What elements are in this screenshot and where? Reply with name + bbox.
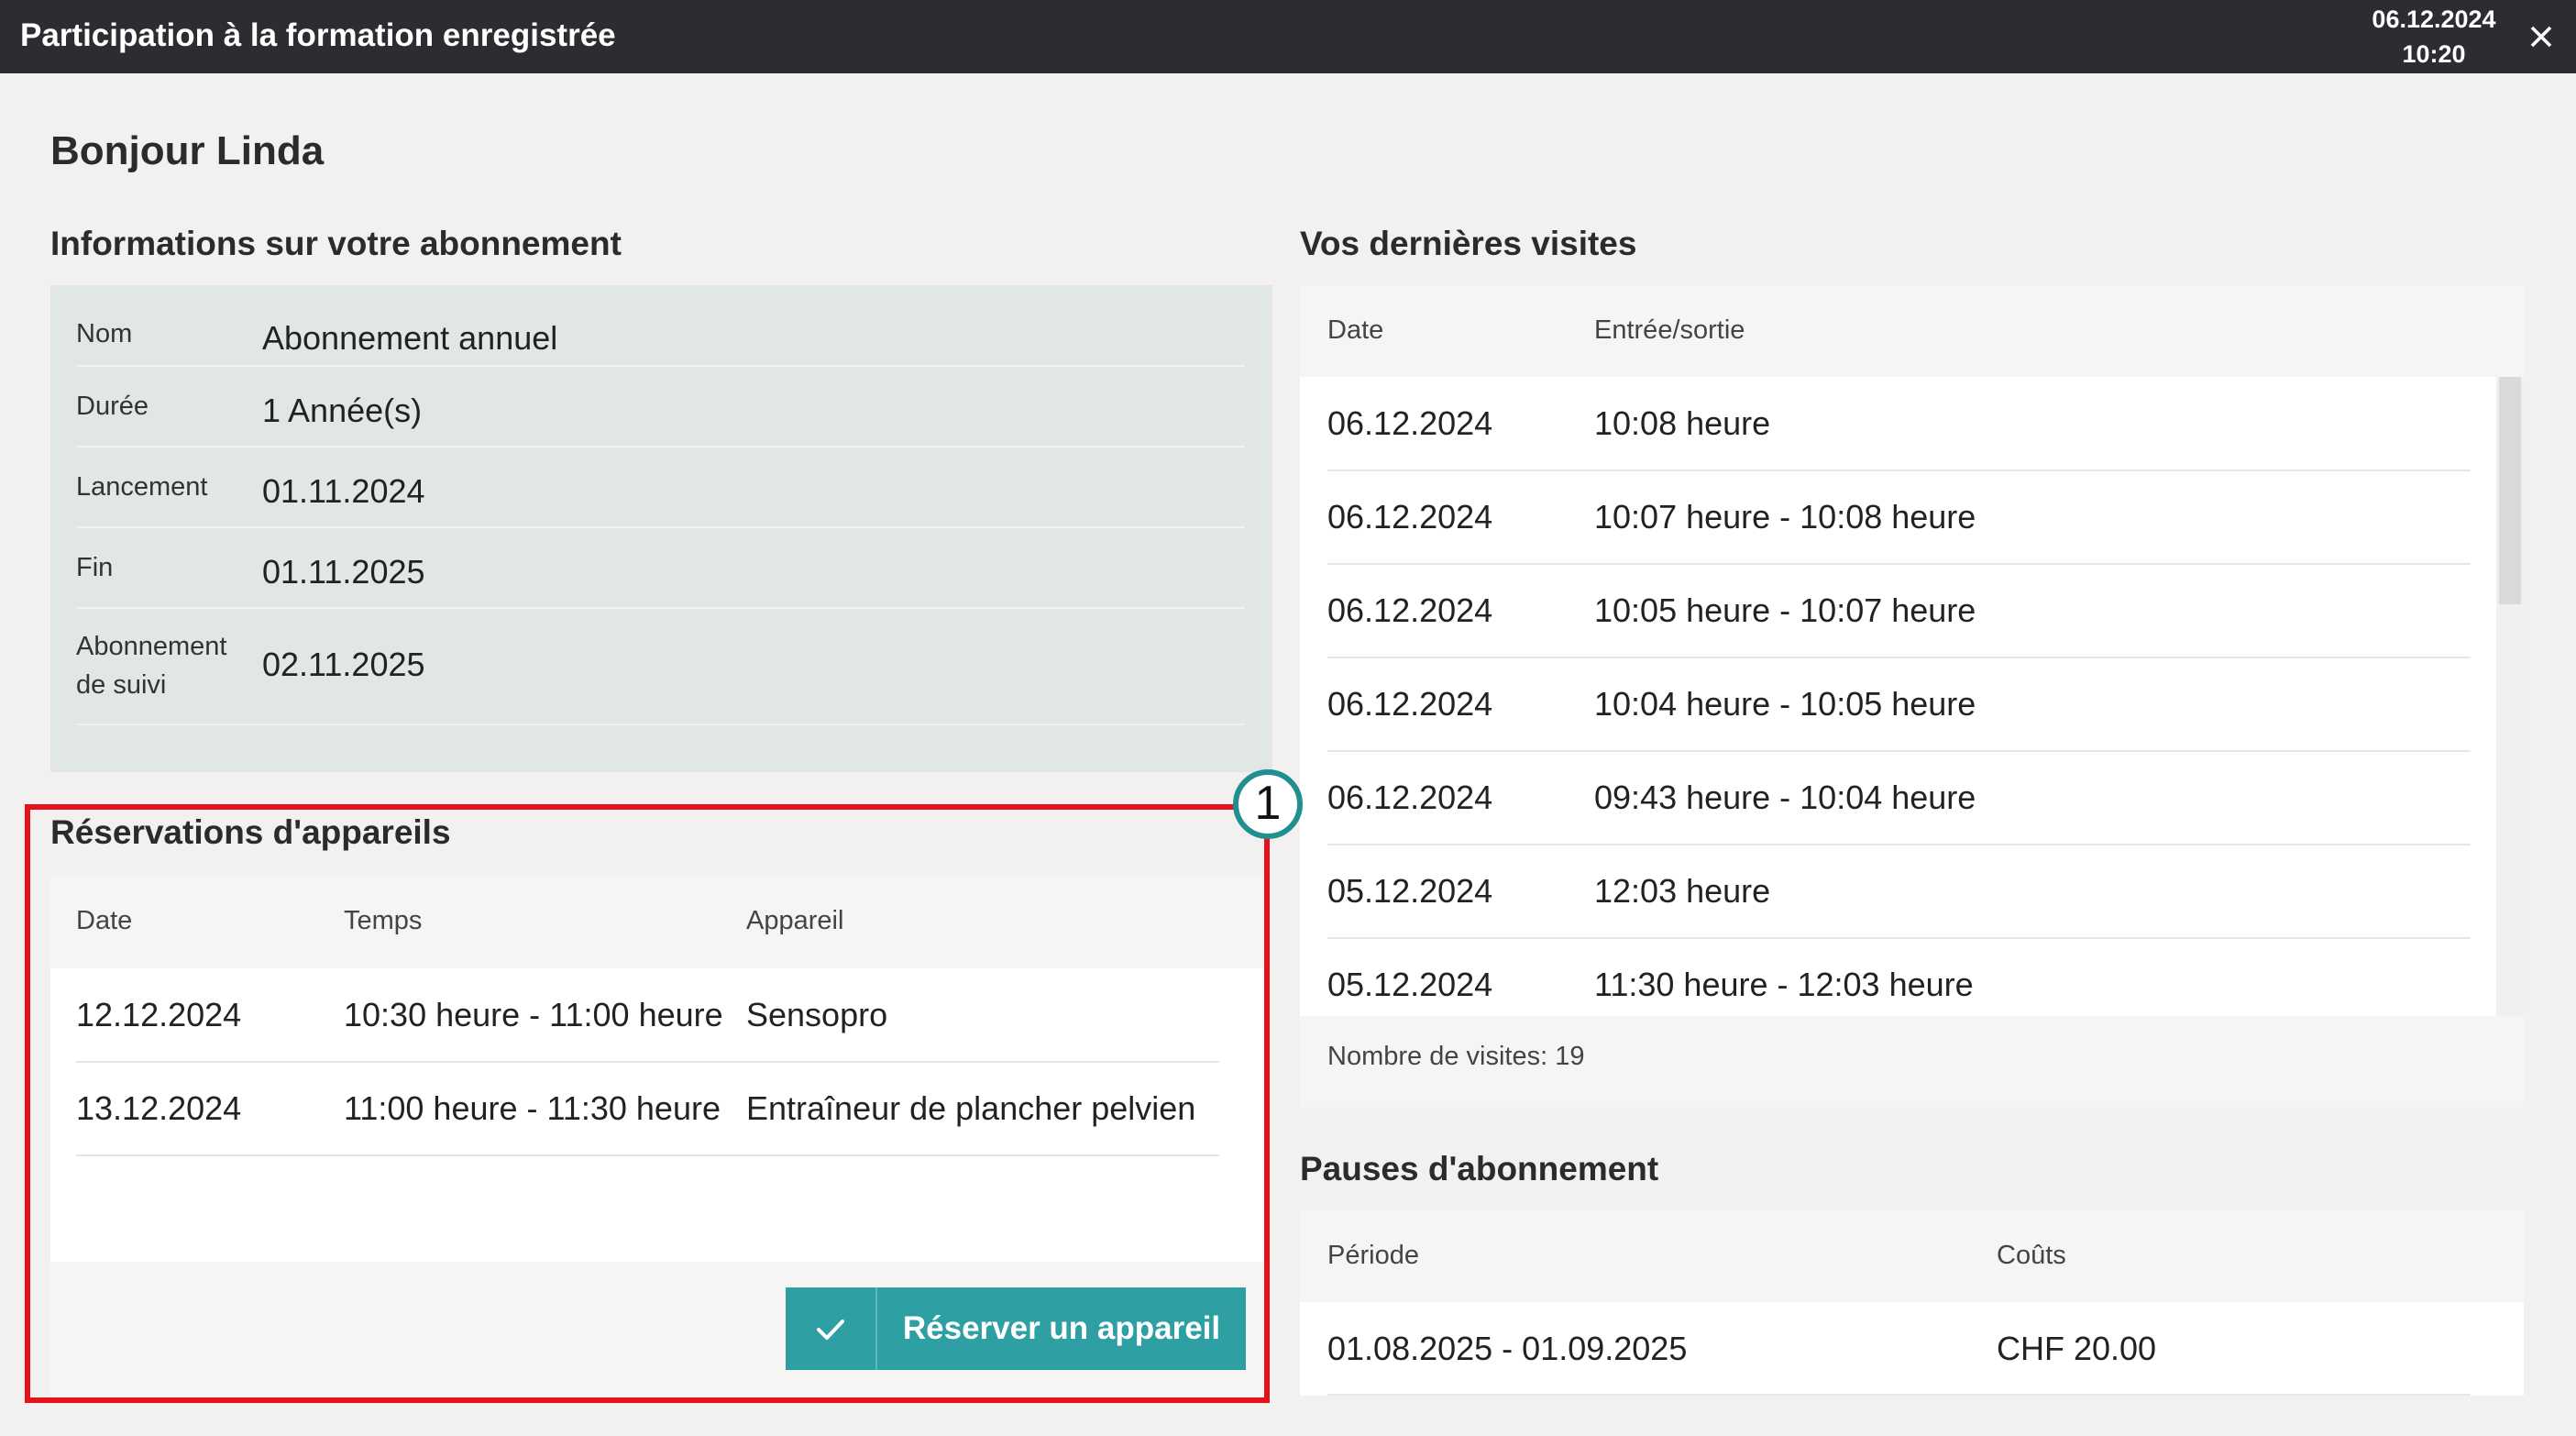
pauses-title: Pauses d'abonnement	[1300, 1150, 1659, 1187]
column-header: Période	[1327, 1241, 1419, 1270]
info-row-followup: Abonnement de suivi 02.11.2025	[76, 609, 1245, 725]
subscription-panel: Nom Abonnement annuel Durée 1 Année(s) L…	[50, 285, 1272, 772]
list-item: 05.12.2024 12:03 heure	[1327, 845, 2471, 939]
table-row: 01.08.2025 - 01.09.2025 CHF 20.00	[1327, 1302, 2471, 1396]
info-label: Nom	[76, 319, 133, 348]
info-value: 1 Année(s)	[262, 392, 423, 429]
info-value: 01.11.2025	[262, 553, 425, 591]
info-value: Abonnement annuel	[262, 319, 558, 357]
cell-date: 06.12.2024	[1327, 498, 1493, 536]
cell-time: 11:30 heure - 12:03 heure	[1594, 966, 1974, 1003]
cell-time: 10:07 heure - 10:08 heure	[1594, 498, 1976, 536]
highlight-frame	[25, 804, 1270, 1403]
info-label: Durée	[76, 392, 149, 421]
column-header: Entrée/sortie	[1594, 315, 1745, 345]
info-label: Lancement	[76, 472, 208, 502]
datetime: 06.12.2024 10:20	[2342, 2, 2526, 72]
visits-list[interactable]: 06.12.2024 10:08 heure 06.12.2024 10:07 …	[1300, 377, 2496, 1016]
list-item: 06.12.2024 10:04 heure - 10:05 heure	[1327, 657, 2471, 752]
cell-date: 05.12.2024	[1327, 966, 1493, 1003]
cell-time: 09:43 heure - 10:04 heure	[1594, 779, 1976, 816]
info-value: 01.11.2024	[262, 472, 425, 510]
subscription-title: Informations sur votre abonnement	[50, 225, 622, 262]
list-item: 06.12.2024 10:08 heure	[1327, 377, 2471, 471]
cell-time: 12:03 heure	[1594, 872, 1771, 910]
cell-date: 06.12.2024	[1327, 591, 1493, 629]
current-time: 10:20	[2402, 40, 2466, 68]
cell-time: 10:05 heure - 10:07 heure	[1594, 591, 1976, 629]
visits-header: Date Entrée/sortie	[1300, 285, 2524, 377]
info-label: Fin	[76, 553, 114, 582]
list-item: 06.12.2024 09:43 heure - 10:04 heure	[1327, 751, 2471, 845]
cell-date: 06.12.2024	[1327, 685, 1493, 723]
column-header: Date	[1327, 315, 1384, 345]
info-row-end: Fin 01.11.2025	[76, 528, 1245, 609]
cell-date: 06.12.2024	[1327, 779, 1493, 816]
list-item: 06.12.2024 10:07 heure - 10:08 heure	[1327, 470, 2471, 565]
list-item: 06.12.2024 10:05 heure - 10:07 heure	[1327, 564, 2471, 658]
cell-date: 06.12.2024	[1327, 404, 1493, 442]
cell-time: 10:08 heure	[1594, 404, 1771, 442]
info-row-duration: Durée 1 Année(s)	[76, 367, 1245, 447]
title-bar: Participation à la formation enregistrée…	[0, 0, 2576, 73]
list-item: 05.12.2024 11:30 heure - 12:03 heure	[1327, 938, 2471, 1016]
callout-marker: 1	[1233, 769, 1303, 839]
info-label: Abonnement de suivi	[76, 632, 227, 700]
scrollbar-thumb[interactable]	[2499, 377, 2521, 604]
info-value: 02.11.2025	[262, 646, 425, 683]
visits-title: Vos dernières visites	[1300, 225, 1637, 262]
info-row-start: Lancement 01.11.2024	[76, 447, 1245, 528]
column-header: Coûts	[1997, 1241, 2066, 1270]
cell-period: 01.08.2025 - 01.09.2025	[1327, 1330, 1688, 1367]
info-row-name: Nom Abonnement annuel	[76, 317, 1245, 367]
pauses-panel: Période Coûts 01.08.2025 - 01.09.2025 CH…	[1300, 1210, 2524, 1396]
cell-time: 10:04 heure - 10:05 heure	[1594, 685, 1976, 723]
greeting: Bonjour Linda	[50, 128, 325, 173]
window-title: Participation à la formation enregistrée	[20, 17, 616, 53]
visits-panel: Date Entrée/sortie 06.12.2024 10:08 heur…	[1300, 285, 2524, 1107]
cell-date: 05.12.2024	[1327, 872, 1493, 910]
scrollbar[interactable]	[2496, 377, 2524, 1016]
pauses-table: 01.08.2025 - 01.09.2025 CHF 20.00	[1300, 1302, 2524, 1396]
close-icon[interactable]	[2523, 18, 2559, 55]
current-date: 06.12.2024	[2372, 6, 2496, 33]
visit-count: Nombre de visites: 19	[1327, 1042, 1585, 1071]
cell-cost: CHF 20.00	[1997, 1330, 2157, 1367]
pauses-header: Période Coûts	[1300, 1210, 2524, 1302]
